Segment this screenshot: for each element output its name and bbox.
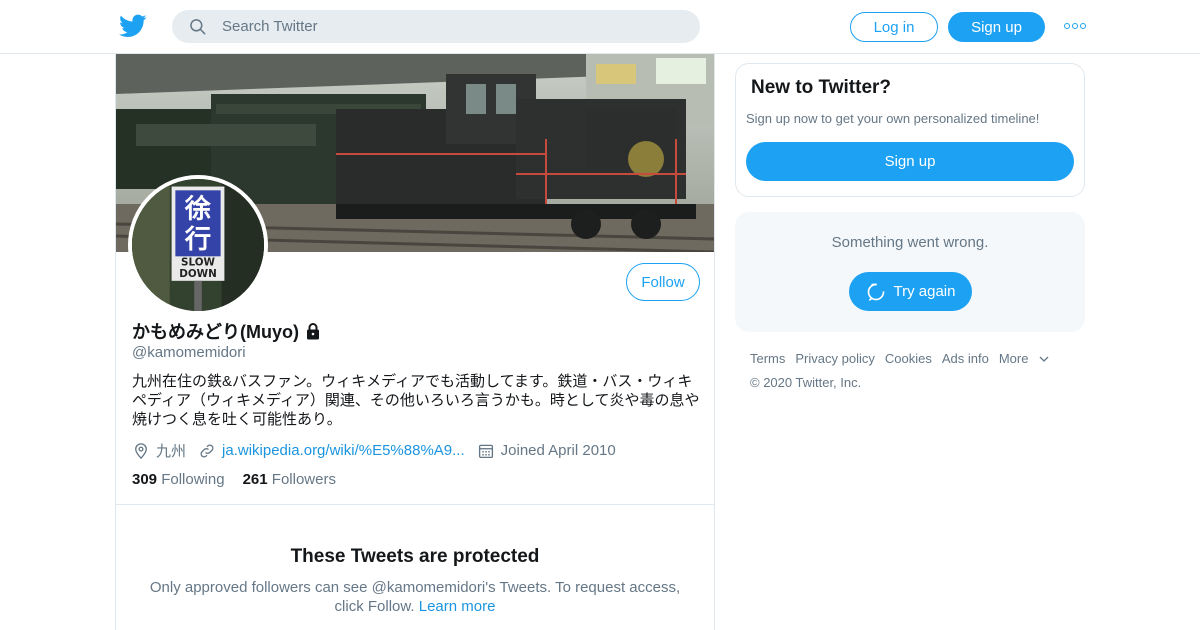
avatar-sign-en2: DOWN (179, 268, 217, 280)
lock-icon (306, 323, 319, 340)
location-text: 九州 (156, 443, 187, 460)
try-again-label: Try again (893, 283, 956, 300)
sidebar-signup-button[interactable]: Sign up (746, 142, 1074, 181)
section-divider (116, 504, 714, 505)
footer-link-more[interactable]: More (999, 351, 1051, 366)
location-pin-icon (135, 442, 147, 459)
protected-text: Only approved followers can see @kamomem… (149, 579, 681, 615)
website-link[interactable]: ja.wikipedia.org/wiki/%E5%88%A9... (222, 442, 465, 459)
following-count[interactable]: 309 Following (132, 471, 225, 488)
footer-link-cookies[interactable]: Cookies (885, 351, 932, 366)
profile-meta: 九州 ja.wikipedia.org/wiki/%E5%88%A9... Jo… (132, 440, 628, 461)
twitter-bird-icon[interactable] (118, 12, 148, 40)
link-icon (200, 444, 214, 457)
profile-avatar[interactable]: 徐 行 SLOW DOWN (128, 175, 268, 315)
protected-message: Only approved followers can see @kamomem… (140, 578, 690, 616)
protected-title: These Tweets are protected (290, 546, 540, 567)
followers-count[interactable]: 261 Followers (243, 471, 336, 488)
followers-label: Followers (271, 471, 336, 488)
refresh-icon (867, 283, 884, 301)
footer-link-terms[interactable]: Terms (750, 351, 785, 366)
profile-name: かもめみどり(Muyo) (132, 322, 299, 342)
more-options-icon[interactable] (1064, 18, 1086, 34)
copyright-text: © 2020 Twitter, Inc. (750, 375, 862, 390)
top-navigation-bar: Log in Sign up (0, 0, 1200, 54)
profile-counts: 309 Following 261 Followers (132, 471, 354, 488)
following-label: Following (161, 471, 225, 488)
login-button[interactable]: Log in (850, 12, 938, 42)
new-to-twitter-card: New to Twitter? Sign up now to get your … (735, 63, 1085, 197)
joined-text: Joined April 2010 (500, 442, 616, 459)
new-to-twitter-title: New to Twitter? (751, 77, 892, 98)
following-number: 309 (132, 471, 158, 488)
new-to-twitter-subtitle: Sign up now to get your own personalized… (746, 111, 1040, 126)
search-input[interactable] (222, 18, 662, 35)
footer-link-privacy[interactable]: Privacy policy (795, 351, 874, 366)
calendar-icon (478, 444, 493, 458)
chevron-down-icon (1039, 356, 1049, 362)
profile-handle: @kamomemidori (132, 344, 246, 361)
profile-joined: Joined April 2010 (477, 442, 616, 460)
search-icon (190, 18, 206, 34)
search-bar[interactable] (172, 10, 700, 43)
footer-link-ads-info[interactable]: Ads info (942, 351, 989, 366)
avatar-sign-top: 徐 (184, 194, 212, 225)
error-message: Something went wrong. (831, 234, 989, 251)
error-card: Something went wrong. Try again (735, 212, 1085, 332)
followers-number: 261 (242, 471, 268, 488)
profile-bio: 九州在住の鉄&バスファン。ウィキメディアでも活動してます。鉄道・バス・ウィキペデ… (132, 373, 700, 428)
avatar-sign-en1: SLOW (181, 257, 215, 269)
try-again-button[interactable]: Try again (849, 272, 972, 311)
profile-location: 九州 (132, 440, 186, 461)
signup-button[interactable]: Sign up (948, 12, 1045, 42)
sidebar-footer: Terms Privacy policy Cookies Ads info Mo… (750, 351, 1090, 390)
footer-links: Terms Privacy policy Cookies Ads info Mo… (750, 351, 1090, 366)
profile-website[interactable]: ja.wikipedia.org/wiki/%E5%88%A9... (198, 442, 465, 460)
profile-name-row: かもめみどり(Muyo) (132, 318, 323, 344)
avatar-sign-bottom: 行 (184, 224, 211, 255)
follow-button[interactable]: Follow (626, 263, 700, 301)
profile-column: 徐 行 SLOW DOWN Follow かもめみどり(Muyo) @kamom… (115, 54, 715, 630)
learn-more-link[interactable]: Learn more (419, 598, 496, 615)
footer-more-label: More (998, 351, 1029, 366)
